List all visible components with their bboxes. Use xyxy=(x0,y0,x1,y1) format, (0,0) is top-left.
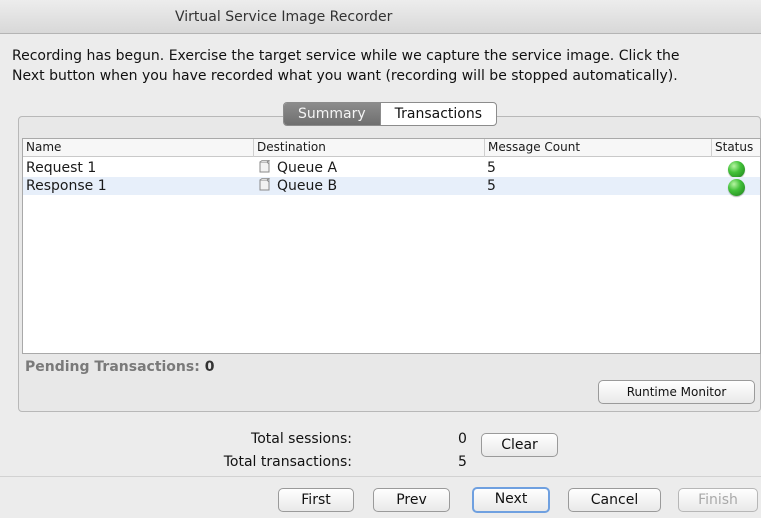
row-destination: Queue A xyxy=(257,159,337,177)
tab-transactions[interactable]: Transactions xyxy=(379,103,496,125)
runtime-monitor-button[interactable]: Runtime Monitor xyxy=(598,380,755,404)
row-destination: Queue B xyxy=(257,177,337,195)
instructions-line-1: Recording has begun. Exercise the target… xyxy=(12,48,680,64)
prev-button[interactable]: Prev xyxy=(373,488,450,512)
green-status-icon xyxy=(728,179,745,196)
divider xyxy=(0,476,761,477)
row-name: Request 1 xyxy=(26,160,97,176)
table-row[interactable]: Request 1 Queue A 5 xyxy=(23,159,760,178)
total-sessions-label: Total sessions: xyxy=(251,431,352,447)
clear-button[interactable]: Clear xyxy=(481,433,558,457)
next-button[interactable]: Next xyxy=(472,487,550,513)
first-button[interactable]: First xyxy=(278,488,354,512)
instructions-line-2: Next button when you have recorded what … xyxy=(12,68,678,84)
destination-label: Queue A xyxy=(277,160,338,176)
destination-label: Queue B xyxy=(277,178,338,194)
cancel-button[interactable]: Cancel xyxy=(568,488,661,512)
table-row[interactable]: Response 1 Queue B 5 xyxy=(23,177,760,197)
column-header-name[interactable]: Name xyxy=(23,139,252,157)
total-transactions-label: Total transactions: xyxy=(223,454,352,470)
tab-summary[interactable]: Summary xyxy=(284,103,380,125)
tab-bar: Summary Transactions xyxy=(283,102,498,126)
title-bar: Virtual Service Image Recorder xyxy=(0,0,761,34)
total-transactions-value: 5 xyxy=(458,454,467,470)
destinations-table: Name Destination Message Count Status Re… xyxy=(22,138,761,354)
pending-transactions-value: 0 xyxy=(204,359,215,375)
table-header: Name Destination Message Count Status xyxy=(23,139,760,157)
row-message-count: 5 xyxy=(487,160,496,176)
row-message-count: 5 xyxy=(487,178,496,194)
queue-icon xyxy=(259,160,271,173)
total-sessions-value: 0 xyxy=(458,431,467,447)
row-name: Response 1 xyxy=(26,178,107,194)
instructions-text: Recording has begun. Exercise the target… xyxy=(12,46,752,86)
pending-transactions-label: Pending Transactions: xyxy=(25,359,200,375)
window-title: Virtual Service Image Recorder xyxy=(175,9,393,25)
finish-button[interactable]: Finish xyxy=(678,488,758,512)
pending-transactions: Pending Transactions: 0 xyxy=(25,359,214,375)
queue-icon xyxy=(259,178,271,191)
column-header-status[interactable]: Status xyxy=(711,139,761,157)
green-status-icon xyxy=(728,161,745,178)
status-indicator xyxy=(728,179,745,197)
column-header-destination[interactable]: Destination xyxy=(253,139,484,157)
column-header-message-count[interactable]: Message Count xyxy=(484,139,710,157)
